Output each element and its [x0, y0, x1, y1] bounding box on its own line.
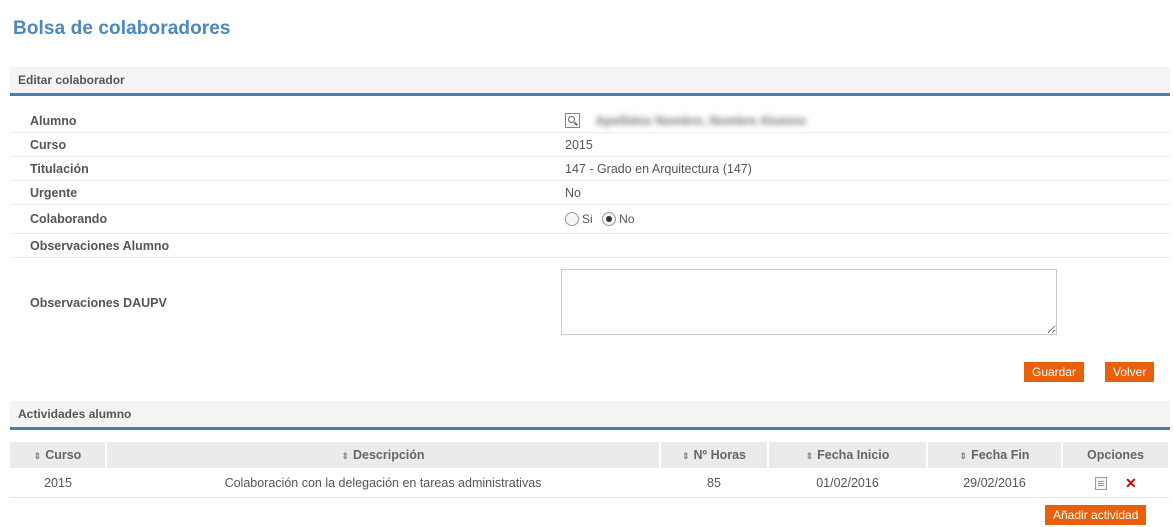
activities-section-title: Actividades alumno [18, 407, 132, 421]
alumno-label: Alumno [10, 109, 545, 133]
sort-icon: ⇕ [341, 451, 349, 461]
add-activity-button[interactable]: Añadir actividad [1045, 505, 1147, 525]
titulacion-value: 147 - Grado en Arquitectura (147) [545, 156, 1170, 181]
radio-si[interactable] [565, 212, 579, 227]
colaborando-label: Colaborando [10, 204, 545, 234]
obs-alumno-value [545, 233, 1170, 258]
sort-icon: ⇕ [33, 451, 42, 461]
curso-label: Curso [10, 132, 545, 157]
obs-alumno-label: Observaciones Alumno [10, 233, 545, 258]
sort-icon: ⇕ [805, 451, 814, 461]
radio-no-label: No [619, 212, 635, 227]
edit-document-icon[interactable] [1095, 476, 1107, 490]
radio-no[interactable] [602, 212, 617, 227]
curso-value: 2015 [545, 132, 1170, 157]
cell-fecha-fin: 29/02/2016 [927, 468, 1062, 498]
col-descripcion[interactable]: ⇕ Descripción [106, 442, 661, 468]
alumno-value: Apellidos Nombre, Nombre Alumno [595, 113, 807, 128]
edit-form: Alumno Apellidos Nombre, Nombre Alumno C… [10, 109, 1170, 348]
col-horas[interactable]: ⇕ Nº Horas [660, 442, 769, 468]
table-row: 2015 Colaboración con la delegación en t… [10, 468, 1169, 498]
save-button[interactable]: Guardar [1024, 362, 1085, 382]
activities-table: ⇕ Curso ⇕ Descripción ⇕ Nº Horas ⇕ Fecha Ini… [10, 442, 1170, 498]
col-fecha-inicio[interactable]: ⇕ Fecha Inicio [768, 442, 928, 468]
activities-section-header: Actividades alumno [10, 401, 1170, 430]
radio-si-label: Si [582, 212, 593, 227]
col-curso[interactable]: ⇕ Curso [10, 442, 107, 468]
cell-fecha-inicio: 01/02/2016 [768, 468, 927, 498]
col-opciones: Opciones [1062, 442, 1170, 468]
cell-horas: 85 [660, 468, 768, 498]
back-button[interactable]: Volver [1105, 362, 1155, 382]
urgente-label: Urgente [10, 180, 545, 205]
col-fecha-fin[interactable]: ⇕ Fecha Fin [927, 442, 1063, 468]
obs-daupv-textarea[interactable] [561, 268, 1057, 335]
page-title: Bolsa de colaboradores [13, 18, 231, 39]
cell-curso: 2015 [10, 468, 106, 498]
cell-descripcion: Colaboración con la delegación en tareas… [106, 468, 660, 498]
sort-icon: ⇕ [959, 451, 968, 461]
edit-section-header: Editar colaborador [10, 67, 1170, 96]
edit-section-title: Editar colaborador [18, 73, 125, 87]
sort-icon: ⇕ [681, 451, 690, 461]
search-icon[interactable] [565, 113, 580, 129]
titulacion-label: Titulación [10, 156, 545, 181]
cell-opciones: ✕ [1062, 468, 1169, 498]
delete-icon[interactable]: ✕ [1125, 476, 1137, 490]
colaborando-radio-group: Si No [545, 204, 1170, 234]
urgente-value: No [545, 180, 1170, 205]
obs-daupv-label: Observaciones DAUPV [30, 296, 167, 310]
